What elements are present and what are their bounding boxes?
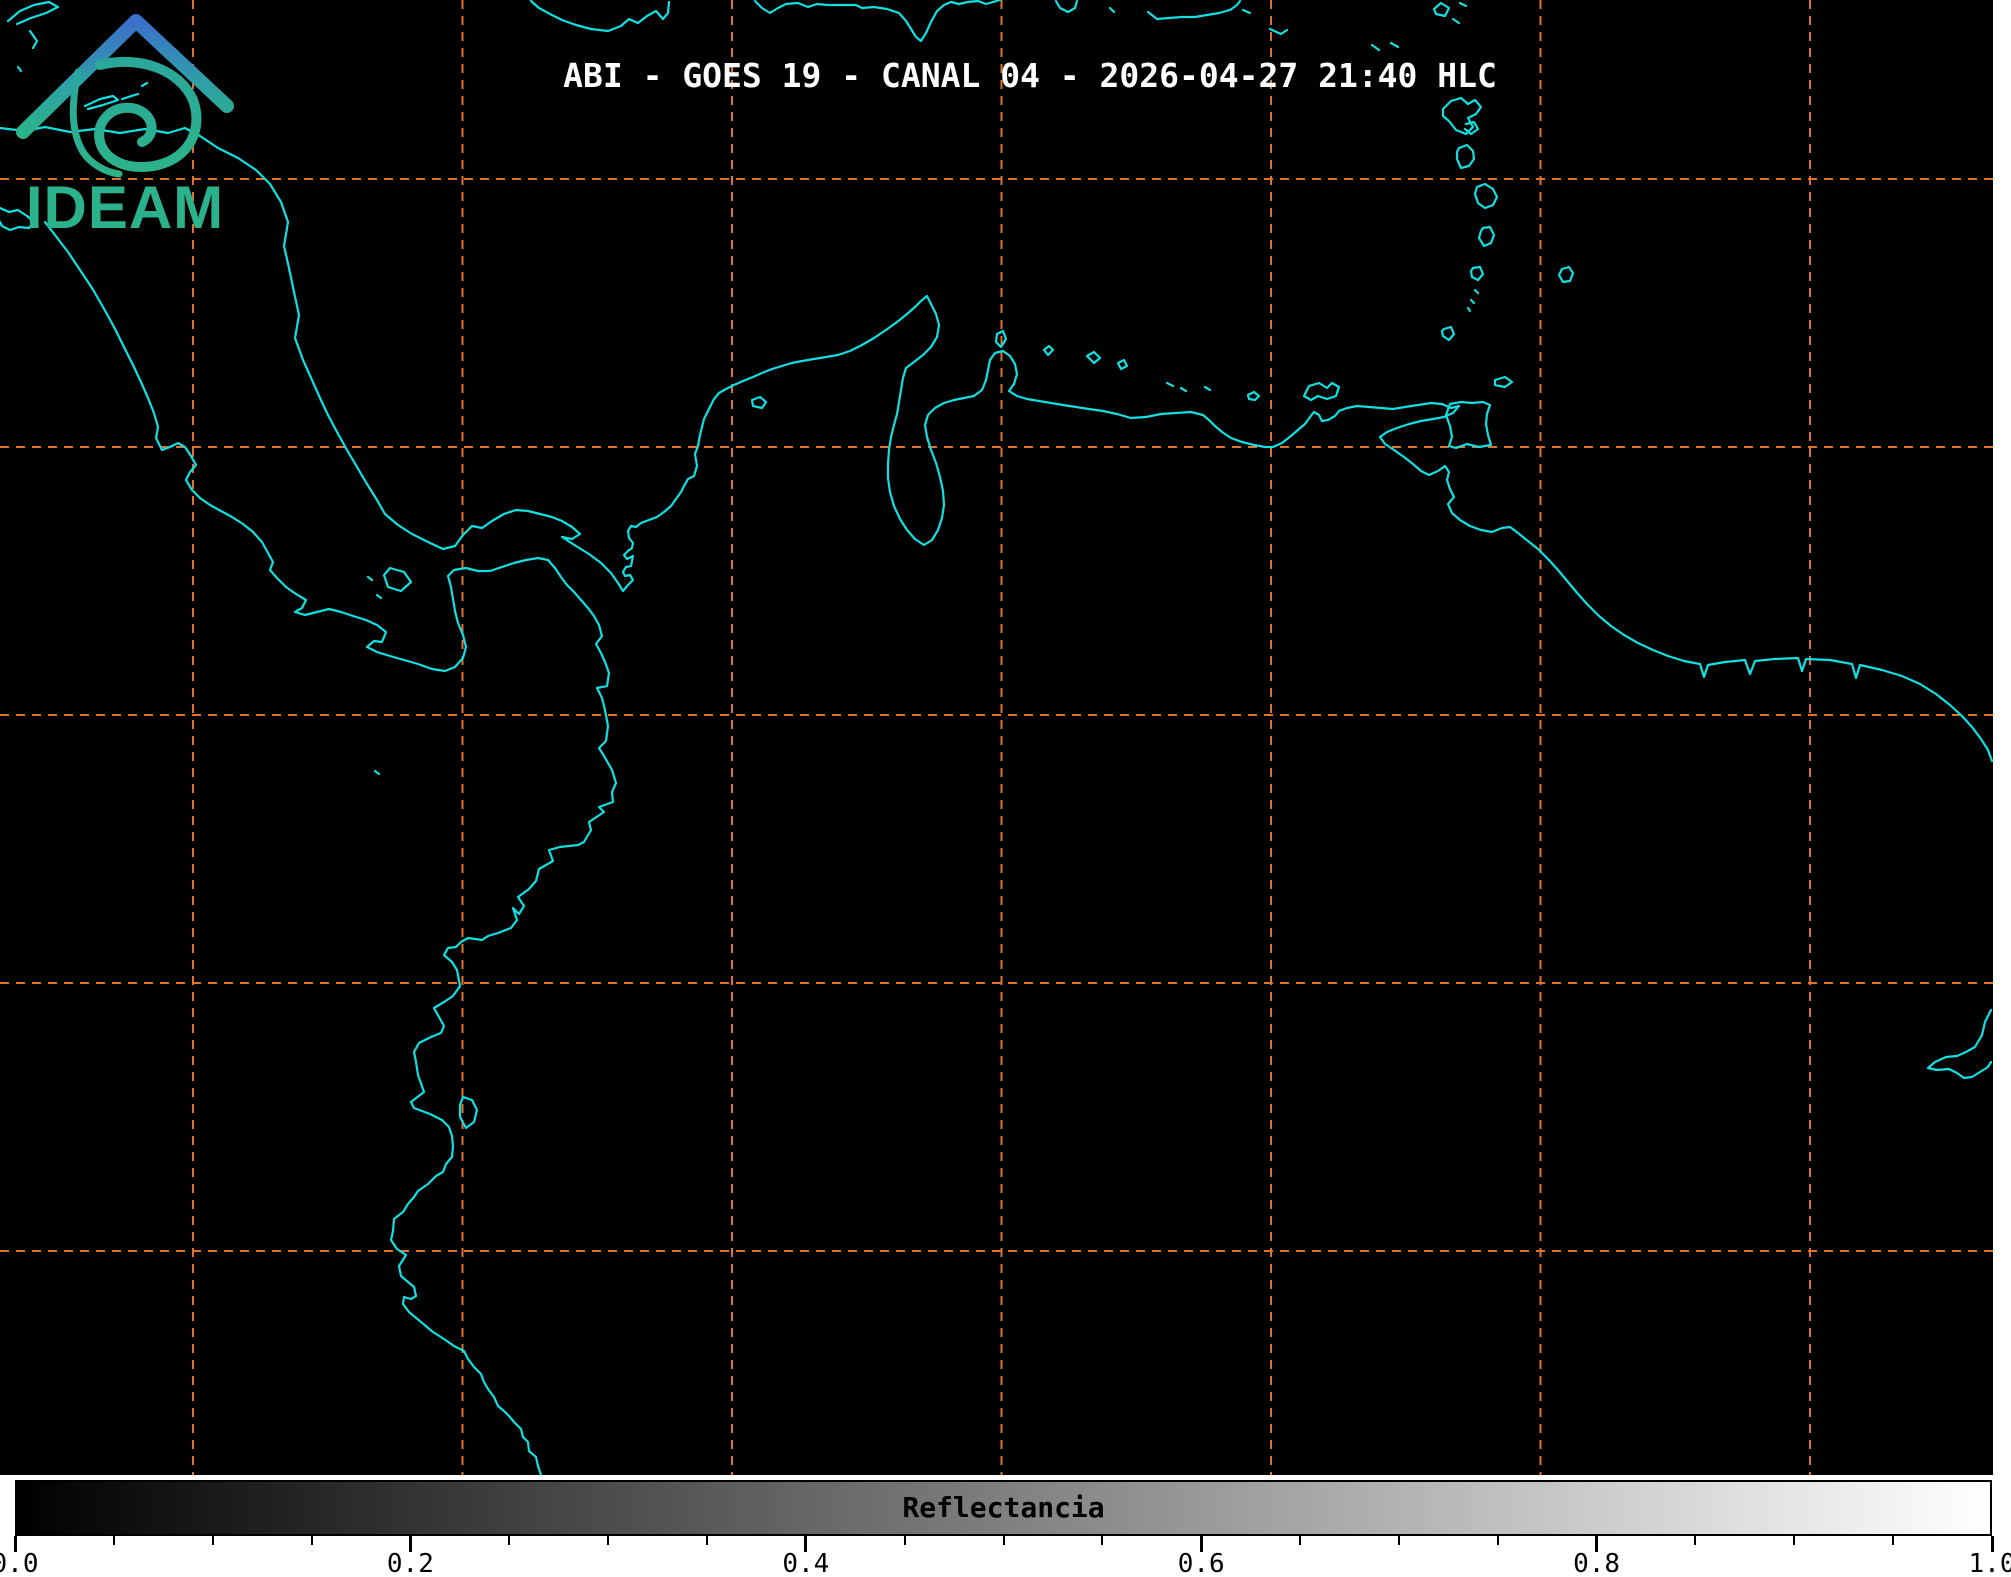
coastline bbox=[1243, 10, 1250, 13]
coastline bbox=[1110, 8, 1114, 12]
coastline bbox=[1270, 29, 1287, 34]
coastline bbox=[1087, 352, 1100, 363]
colorbar-minor-tick bbox=[113, 1536, 115, 1545]
coastline bbox=[1044, 346, 1053, 355]
coastline bbox=[1446, 402, 1491, 448]
colorbar-tick-label: 0.6 bbox=[1178, 1549, 1225, 1577]
coastline bbox=[1205, 387, 1210, 390]
satellite-image-figure: ABI - GOES 19 - CANAL 04 - 2026-04-27 21… bbox=[0, 0, 2011, 1577]
coastline bbox=[1434, 3, 1449, 16]
colorbar-minor-tick bbox=[1793, 1536, 1795, 1545]
coastline bbox=[1304, 383, 1339, 400]
coastline bbox=[1495, 377, 1512, 387]
ideam-logo: IDEAM bbox=[0, 0, 250, 235]
coastline bbox=[377, 595, 381, 598]
colorbar-minor-tick bbox=[1101, 1536, 1103, 1545]
coastline bbox=[1471, 267, 1483, 280]
map-canvas: ABI - GOES 19 - CANAL 04 - 2026-04-27 21… bbox=[0, 0, 1993, 1475]
colorbar-minor-tick bbox=[311, 1536, 313, 1545]
coastline bbox=[755, 0, 1000, 41]
colorbar-tick-label: 0.8 bbox=[1573, 1549, 1620, 1577]
coastline bbox=[1248, 392, 1259, 400]
colorbar-minor-tick bbox=[1694, 1536, 1696, 1545]
coastline bbox=[1148, 1, 1240, 19]
colorbar-minor-tick bbox=[1398, 1536, 1400, 1545]
coastline bbox=[752, 397, 766, 408]
logo-swirl-icon bbox=[99, 62, 196, 167]
coastline bbox=[1056, 1, 1077, 12]
colorbar-tick-label: 0.2 bbox=[387, 1549, 434, 1577]
coastline bbox=[1559, 267, 1573, 282]
coastline bbox=[368, 577, 372, 580]
coastline bbox=[1181, 388, 1186, 391]
coastline bbox=[1475, 290, 1478, 293]
map-layers bbox=[0, 0, 1993, 1475]
image-title: ABI - GOES 19 - CANAL 04 - 2026-04-27 21… bbox=[563, 56, 1497, 95]
colorbar-minor-tick bbox=[1497, 1536, 1499, 1545]
coastline bbox=[0, 127, 1992, 761]
coastline bbox=[1118, 360, 1127, 369]
colorbar-minor-tick bbox=[1299, 1536, 1301, 1545]
colorbar-minor-tick bbox=[1892, 1536, 1894, 1545]
coastline bbox=[1442, 327, 1454, 340]
coastlines-layer bbox=[0, 0, 1992, 1475]
coastline bbox=[1391, 43, 1398, 47]
colorbar: Reflectancia bbox=[15, 1480, 1992, 1536]
coastline bbox=[375, 771, 379, 774]
colorbar-minor-tick bbox=[1003, 1536, 1005, 1545]
colorbar-minor-tick bbox=[904, 1536, 906, 1545]
ideam-logo-text: IDEAM bbox=[26, 174, 224, 235]
colorbar-tick-label: 0.4 bbox=[782, 1549, 829, 1577]
coastline bbox=[1928, 1010, 1991, 1078]
coastline bbox=[531, 1, 669, 31]
coastline bbox=[1372, 45, 1379, 50]
coastline bbox=[1167, 383, 1173, 386]
coastline bbox=[1460, 3, 1466, 6]
coastline bbox=[384, 568, 411, 591]
colorbar-minor-tick bbox=[607, 1536, 609, 1545]
colorbar-minor-tick bbox=[212, 1536, 214, 1545]
colorbar-label: Reflectancia bbox=[902, 1491, 1104, 1524]
coastline bbox=[1443, 98, 1481, 134]
coastline bbox=[1475, 184, 1497, 208]
colorbar-tick-label: 1.0 bbox=[1969, 1549, 2011, 1577]
colorbar-minor-tick bbox=[706, 1536, 708, 1545]
coastline bbox=[1468, 308, 1470, 311]
colorbar-minor-tick bbox=[508, 1536, 510, 1545]
colorbar-tick-label: 0.0 bbox=[0, 1549, 38, 1577]
latlon-gridlines-layer bbox=[0, 0, 1993, 1475]
coastline bbox=[45, 222, 616, 1475]
coastline bbox=[1457, 145, 1474, 168]
coastline bbox=[1471, 300, 1474, 303]
coastline bbox=[1479, 227, 1494, 246]
coastline bbox=[1453, 19, 1459, 23]
